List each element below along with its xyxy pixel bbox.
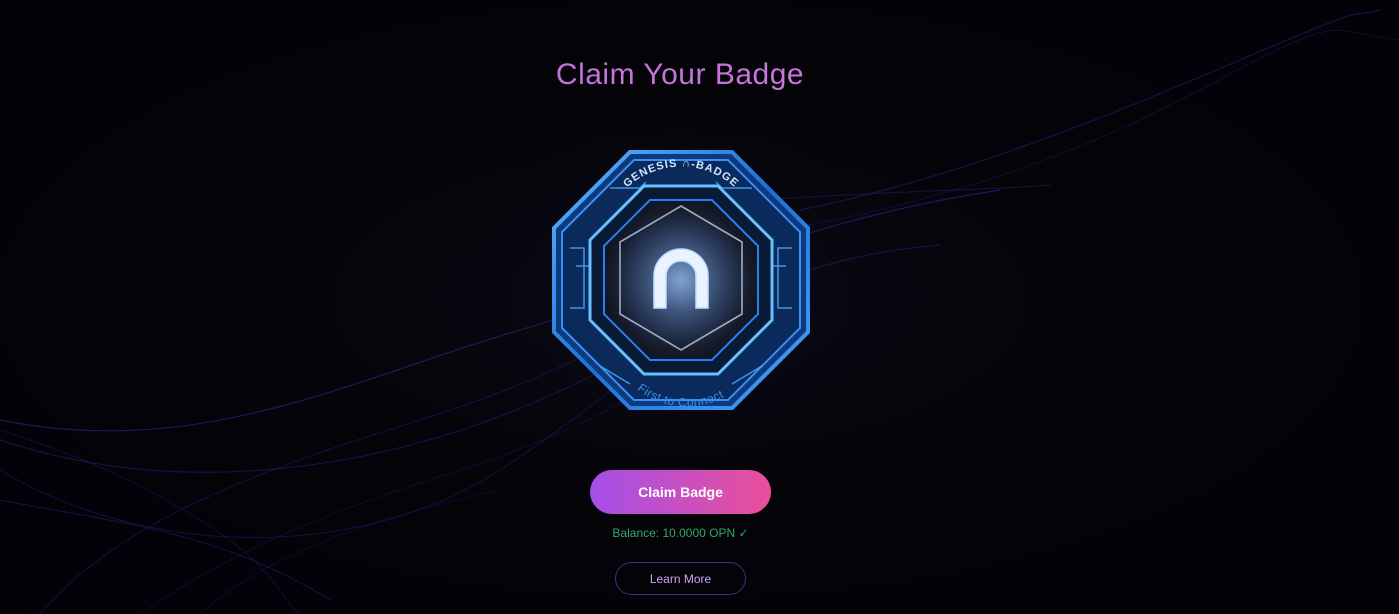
balance-status: Balance: 10.0000 OPN ✓ — [612, 526, 749, 540]
learn-more-button[interactable]: Learn More — [615, 562, 746, 595]
genesis-badge: GENESIS ∩-BADGE First to Connect — [550, 148, 812, 412]
page-title: Claim Your Badge — [0, 58, 1360, 92]
claim-badge-button[interactable]: Claim Badge — [590, 470, 771, 514]
claim-page: Claim Your Badge GENESIS ∩-BADGE First t… — [0, 0, 1399, 614]
